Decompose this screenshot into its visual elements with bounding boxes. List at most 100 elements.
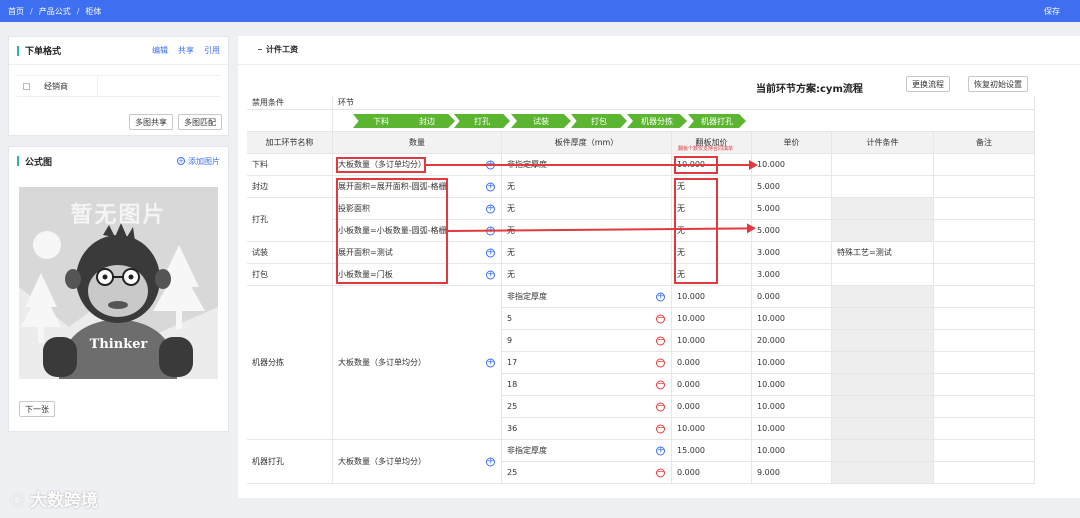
dash-icon — [258, 49, 262, 50]
stage-1[interactable]: 下料 — [353, 114, 409, 128]
switch-flow-button[interactable]: 更换流程 — [906, 76, 950, 92]
drilling-flip-price-text: 15.000 — [677, 446, 705, 455]
drilling-thickness-text: 非指定厚度 — [507, 446, 547, 455]
col-process: 加工环节名称 — [247, 132, 333, 154]
disabled-condition-label-text: 禁用条件 — [252, 98, 284, 107]
drilling-thickness: 25 − — [502, 462, 672, 484]
unit-price-cell: 5.000 — [752, 198, 832, 220]
stage-6[interactable]: 机器分拣 — [627, 114, 687, 128]
mascot-text: Thinker — [89, 337, 148, 352]
table-cell — [247, 110, 333, 132]
flip-price-cell: 无 — [672, 264, 752, 286]
stage-4[interactable]: 试装 — [511, 114, 571, 128]
sorting-unit-price: 10.000 — [752, 418, 832, 440]
process-pack-text: 打包 — [252, 270, 268, 279]
add-circle-icon[interactable]: + — [486, 182, 495, 191]
sorting-condition — [832, 418, 934, 440]
unit-price-cell: 10.000 — [752, 154, 832, 176]
process-drill-text: 打孔 — [252, 215, 268, 224]
stage-7[interactable]: 机器打孔 — [688, 114, 746, 128]
dealer-checkbox[interactable] — [23, 82, 30, 90]
thickness-cell-text: 无 — [507, 182, 515, 191]
remove-circle-icon[interactable]: − — [656, 358, 665, 367]
process-edge: 封边 — [247, 176, 333, 198]
sorting-flip-price-text: 10.000 — [677, 336, 705, 345]
add-circle-icon[interactable]: + — [656, 446, 665, 455]
formula-image-card: 公式图 + 添加图片 暂无图片 Thinker 下一张 — [8, 146, 229, 432]
stage-3[interactable]: 打孔 — [454, 114, 510, 128]
add-circle-icon[interactable]: + — [486, 270, 495, 279]
process-trial-text: 试装 — [252, 248, 268, 257]
dealer-row: 经销商 — [17, 75, 220, 97]
flip-price-cell-text: 无 — [677, 226, 685, 235]
col-flip-price: 翻板加价 翻板个数仅支持合同填单 — [672, 132, 752, 154]
flip-price-cell-text: 无 — [677, 204, 685, 213]
sorting-unit-price-text: 10.000 — [757, 358, 785, 367]
dealer-label: 经销商 — [44, 76, 98, 96]
sorting-unit-price: 10.000 — [752, 352, 832, 374]
restore-default-button[interactable]: 恢复初始设置 — [968, 76, 1028, 92]
drilling-flip-price: 0.000 — [672, 462, 752, 484]
col-quantity: 数量 — [333, 132, 502, 154]
thickness-cell: 无 — [502, 242, 672, 264]
remove-circle-icon[interactable]: − — [656, 380, 665, 389]
sorting-condition — [832, 374, 934, 396]
piece-wage-panel: 计件工资 当前环节方案:cym流程 更换流程 恢复初始设置 禁用条件 环节 下料 封边… — [238, 36, 1080, 498]
sorting-unit-price: 10.000 — [752, 396, 832, 418]
sorting-thickness-text: 25 — [507, 402, 518, 411]
sorting-unit-price-text: 10.000 — [757, 380, 785, 389]
breadcrumb-home[interactable]: 首页 — [8, 6, 24, 17]
sorting-quantity-text: 大板数量（多订单均分） — [338, 358, 426, 367]
remove-circle-icon[interactable]: − — [656, 424, 665, 433]
flip-price-note: 翻板个数仅支持合同填单 — [678, 146, 734, 152]
sorting-thickness: 9− — [502, 330, 672, 352]
stage-5[interactable]: 打包 — [571, 114, 627, 128]
drilling-thickness-text: 25 — [507, 468, 518, 477]
thickness-cell: 无 — [502, 176, 672, 198]
sorting-unit-price-text: 10.000 — [757, 314, 785, 323]
flip-price-cell: 无 — [672, 176, 752, 198]
remove-circle-icon[interactable]: − — [656, 314, 665, 323]
add-circle-icon[interactable]: + — [486, 248, 495, 257]
remove-circle-icon[interactable]: − — [656, 402, 665, 411]
breadcrumb-product-formula[interactable]: 产品公式 — [39, 6, 71, 17]
order-format-title: 下单格式 — [25, 47, 62, 57]
add-circle-icon[interactable]: + — [486, 358, 495, 367]
drilling-condition — [832, 440, 934, 462]
remove-circle-icon[interactable]: − — [656, 336, 665, 345]
drilling-remark — [934, 462, 1035, 484]
sorting-remark — [934, 352, 1035, 374]
quantity-cell: 小板数量=门板 + — [333, 264, 502, 286]
sorting-thickness: 5− — [502, 308, 672, 330]
remove-circle-icon[interactable]: − — [656, 468, 665, 477]
share-link[interactable]: 共享 — [178, 45, 194, 56]
quantity-cell-text: 投影面积 — [338, 204, 370, 213]
sorting-thickness-text: 18 — [507, 380, 518, 389]
add-circle-icon[interactable]: + — [486, 160, 495, 169]
drilling-unit-price: 9.000 — [752, 462, 832, 484]
remark-cell — [934, 176, 1035, 198]
add-circle-icon[interactable]: + — [486, 226, 495, 235]
add-circle-icon[interactable]: + — [486, 204, 495, 213]
save-button[interactable]: 保存 — [1044, 6, 1060, 17]
sorting-flip-price: 10.000 — [672, 308, 752, 330]
edit-link[interactable]: 编辑 — [152, 45, 168, 56]
add-circle-icon[interactable]: + — [656, 292, 665, 301]
reference-link[interactable]: 引用 — [204, 45, 220, 56]
drilling-unit-price-text: 10.000 — [757, 446, 785, 455]
unit-price-cell: 5.000 — [752, 220, 832, 242]
remark-cell — [934, 264, 1035, 286]
flip-price-cell-text: 10.000 — [677, 160, 705, 169]
col-condition: 计件条件 — [832, 132, 934, 154]
sorting-flip-price-text: 0.000 — [677, 358, 700, 367]
add-circle-icon[interactable]: + — [486, 457, 495, 466]
sorting-unit-price-text: 0.000 — [757, 292, 780, 301]
multi-share-button[interactable]: 多图共享 — [129, 114, 173, 130]
next-image-button[interactable]: 下一张 — [19, 401, 55, 417]
sorting-thickness: 25 − — [502, 396, 672, 418]
process-cutting: 下料 — [247, 154, 333, 176]
add-image-button[interactable]: + 添加图片 — [177, 156, 220, 167]
stage-2[interactable]: 封边 — [399, 114, 455, 128]
sorting-condition — [832, 396, 934, 418]
multi-match-button[interactable]: 多图匹配 — [178, 114, 222, 130]
